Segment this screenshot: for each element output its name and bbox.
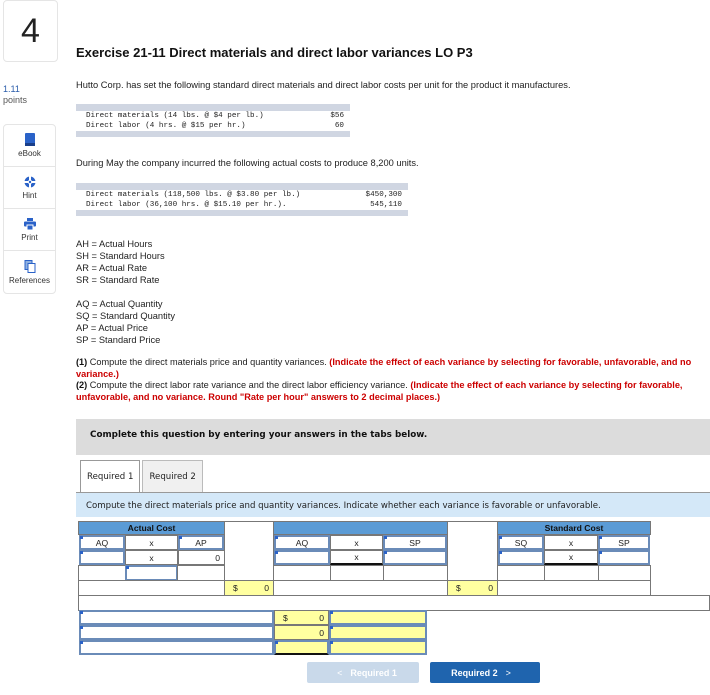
actual-cost-header: Actual Cost [78,521,225,535]
sidebar-item-print[interactable]: Print [4,209,55,251]
total-middle-cost: $0 [447,580,498,596]
actual-ap-input[interactable] [125,565,178,581]
table-row: Direct labor (36,100 hrs. @ $15.10 per h… [86,201,402,209]
variance-2-effect-select[interactable] [329,625,427,640]
actual-ap-value: 0 [178,550,225,565]
middle-aq-input[interactable] [274,550,330,565]
actual-intro-text: During May the company incurred the foll… [76,158,419,168]
table-row: Direct labor (4 hrs. @ $15 per hr.) 60 [86,122,344,130]
answer-tabs: Required 1 Required 2 [80,460,205,493]
times-sign: x [125,535,178,550]
middle-sp-label-input[interactable]: SP [383,535,447,550]
variance-2-value: 0 [274,625,329,640]
variance-1-effect-select[interactable] [329,610,427,625]
tab-prompt: Compute the direct materials price and q… [76,493,710,517]
table-row: Direct materials (118,500 lbs. @ $3.80 p… [86,191,402,199]
variance-total-input[interactable] [274,640,329,655]
sidebar-item-label: eBook [18,149,41,158]
exercise-title: Exercise 21-11 Direct materials and dire… [76,45,473,60]
sidebar-tools: eBook Hint Print References [3,124,56,294]
chevron-right-icon: > [505,667,511,678]
standard-sp-input[interactable] [598,550,650,565]
variance-label-3-input[interactable] [79,640,274,655]
actual-aq-input[interactable] [79,550,125,565]
points-label: points [3,95,28,105]
variance-1-value: $0 [274,610,329,625]
times-sign: x [125,550,178,565]
times-sign: x [330,535,383,550]
printer-icon [23,217,36,230]
instruction-1: (1) Compute the direct materials price a… [76,357,692,379]
documents-icon [24,259,35,273]
question-number: 4 [3,0,58,62]
chevron-left-icon: < [337,667,343,678]
sidebar-item-label: References [9,275,50,285]
middle-header [273,521,448,535]
definitions-quantity: AQ = Actual Quantity SQ = Standard Quant… [76,299,175,345]
definitions-hours: AH = Actual Hours SH = Standard Hours AR… [76,239,165,285]
table-row: Direct materials (14 lbs. @ $4 per lb.) … [86,112,344,120]
points-value: 1.11 [3,84,20,94]
sidebar-item-label: Hint [22,190,37,200]
actual-ap-label-input[interactable]: AP [178,535,224,550]
tab-required-1[interactable]: Required 1 [80,460,141,493]
middle-aq-label-input[interactable]: AQ [274,535,330,550]
sidebar-item-references[interactable]: References [4,251,55,293]
prev-required-button[interactable]: < Required 1 [307,662,419,683]
standard-cost-header: Standard Cost [497,521,651,535]
variance-label-2-input[interactable] [79,625,274,640]
answer-banner: Complete this question by entering your … [76,419,710,455]
intro-text: Hutto Corp. has set the following standa… [76,80,571,90]
sidebar-item-label: Print [21,232,38,242]
lifebuoy-icon [23,175,36,188]
sidebar-item-ebook[interactable]: eBook [4,125,55,167]
book-icon [24,133,35,146]
standard-sq-input[interactable] [498,550,544,565]
points: 1.11 points [3,84,27,106]
instructions: (1) Compute the direct materials price a… [76,357,706,403]
instruction-2: (2) Compute the direct labor rate varian… [76,380,683,402]
tab-required-2[interactable]: Required 2 [142,460,203,492]
variance-label-1-input[interactable] [79,610,274,625]
standard-costs-table: Direct materials (14 lbs. @ $4 per lb.) … [76,104,350,137]
actual-aq-label-input[interactable]: AQ [79,535,125,550]
times-sign: x [544,550,598,565]
variance-total-effect-select[interactable] [329,640,427,655]
actual-costs-table: Direct materials (118,500 lbs. @ $3.80 p… [76,183,408,216]
sidebar-item-hint[interactable]: Hint [4,167,55,209]
next-required-button[interactable]: Required 2 > [430,662,540,683]
times-sign: x [544,535,598,550]
times-sign: x [330,550,383,565]
standard-sq-label-input[interactable]: SQ [498,535,544,550]
middle-sp-input[interactable] [383,550,447,565]
standard-sp-label-input[interactable]: SP [598,535,650,550]
total-actual-cost: $0 [224,580,274,596]
